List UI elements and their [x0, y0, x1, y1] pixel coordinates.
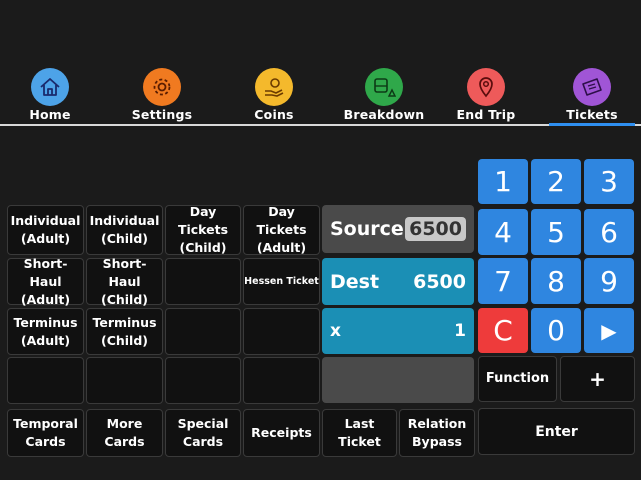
- nav-tickets[interactable]: Tickets: [542, 68, 641, 122]
- nav-end-trip[interactable]: End Trip: [436, 68, 536, 122]
- bus-warning-icon: [365, 68, 403, 106]
- ticket-empty[interactable]: [165, 308, 241, 355]
- nav-label: Settings: [131, 107, 193, 122]
- ticket-icon: [573, 68, 611, 106]
- key-4[interactable]: 4: [478, 209, 528, 255]
- nav-breakdown[interactable]: Breakdown: [334, 68, 434, 122]
- ticket-empty[interactable]: [7, 357, 84, 404]
- active-tab-indicator: [549, 123, 635, 126]
- clear-key[interactable]: C: [478, 308, 528, 353]
- nav-label: Breakdown: [343, 107, 425, 122]
- ticket-empty[interactable]: [86, 357, 163, 404]
- gear-icon: [143, 68, 181, 106]
- nav-label: End Trip: [456, 107, 516, 122]
- source-label: Source: [330, 218, 404, 240]
- key-2[interactable]: 2: [531, 159, 581, 204]
- key-8[interactable]: 8: [531, 258, 581, 304]
- relation-bypass-button[interactable]: Relation Bypass: [399, 409, 475, 457]
- ticket-terminus-adult[interactable]: Terminus (Adult): [7, 308, 84, 355]
- quantity-field[interactable]: x 1: [322, 308, 474, 354]
- dest-value: 6500: [413, 270, 466, 293]
- ticket-empty[interactable]: [243, 308, 320, 355]
- ticket-day-adult[interactable]: Day Tickets (Adult): [243, 204, 320, 255]
- key-9[interactable]: 9: [584, 258, 634, 304]
- temporal-cards-button[interactable]: Temporal Cards: [7, 409, 84, 457]
- key-6[interactable]: 6: [584, 209, 634, 255]
- ticket-individual-child[interactable]: Individual (Child): [86, 205, 163, 255]
- nav-divider: [0, 124, 641, 126]
- ticket-short-haul-adult[interactable]: Short-Haul (Adult): [7, 256, 84, 307]
- nav-label: Home: [29, 107, 71, 122]
- dest-field[interactable]: Dest 6500: [322, 258, 474, 305]
- ticket-hessen[interactable]: Hessen Ticket: [243, 258, 320, 305]
- ticket-short-haul-child[interactable]: Short-Haul (Child): [86, 256, 163, 307]
- dest-label: Dest: [330, 270, 380, 293]
- home-icon: [31, 68, 69, 106]
- quantity-value: 1: [454, 321, 466, 341]
- last-ticket-button[interactable]: Last Ticket: [322, 409, 397, 457]
- key-0[interactable]: 0: [531, 308, 581, 353]
- nav-home[interactable]: Home: [0, 68, 100, 122]
- special-cards-button[interactable]: Special Cards: [165, 409, 241, 457]
- ticket-individual-adult[interactable]: Individual (Adult): [7, 205, 84, 255]
- key-1[interactable]: 1: [478, 159, 528, 204]
- ticket-terminus-child[interactable]: Terminus (Child): [86, 308, 163, 355]
- more-cards-button[interactable]: More Cards: [86, 409, 163, 457]
- quantity-label: x: [330, 321, 341, 341]
- key-5[interactable]: 5: [531, 209, 581, 255]
- enter-button[interactable]: Enter: [478, 408, 635, 455]
- function-button[interactable]: Function: [478, 356, 557, 402]
- ticket-empty[interactable]: [243, 357, 320, 404]
- receipts-button[interactable]: Receipts: [243, 409, 320, 457]
- key-7[interactable]: 7: [478, 258, 528, 304]
- next-key[interactable]: ▶: [584, 308, 634, 353]
- nav-coins[interactable]: Coins: [224, 68, 324, 122]
- coins-hand-icon: [255, 68, 293, 106]
- nav-label: Coins: [254, 107, 294, 122]
- empty-display: [322, 357, 474, 403]
- top-nav: Home Settings Coins Breakdown End Trip T…: [0, 0, 641, 126]
- plus-button[interactable]: +: [560, 356, 635, 402]
- source-field[interactable]: Source 6500: [322, 205, 474, 253]
- ticket-empty[interactable]: [165, 258, 241, 305]
- map-pin-icon: [467, 68, 505, 106]
- ticket-empty[interactable]: [165, 357, 241, 404]
- nav-settings[interactable]: Settings: [112, 68, 212, 122]
- source-value: 6500: [405, 217, 466, 241]
- ticket-day-child[interactable]: Day Tickets (Child): [165, 204, 241, 255]
- key-3[interactable]: 3: [584, 159, 634, 204]
- nav-label: Tickets: [566, 107, 618, 122]
